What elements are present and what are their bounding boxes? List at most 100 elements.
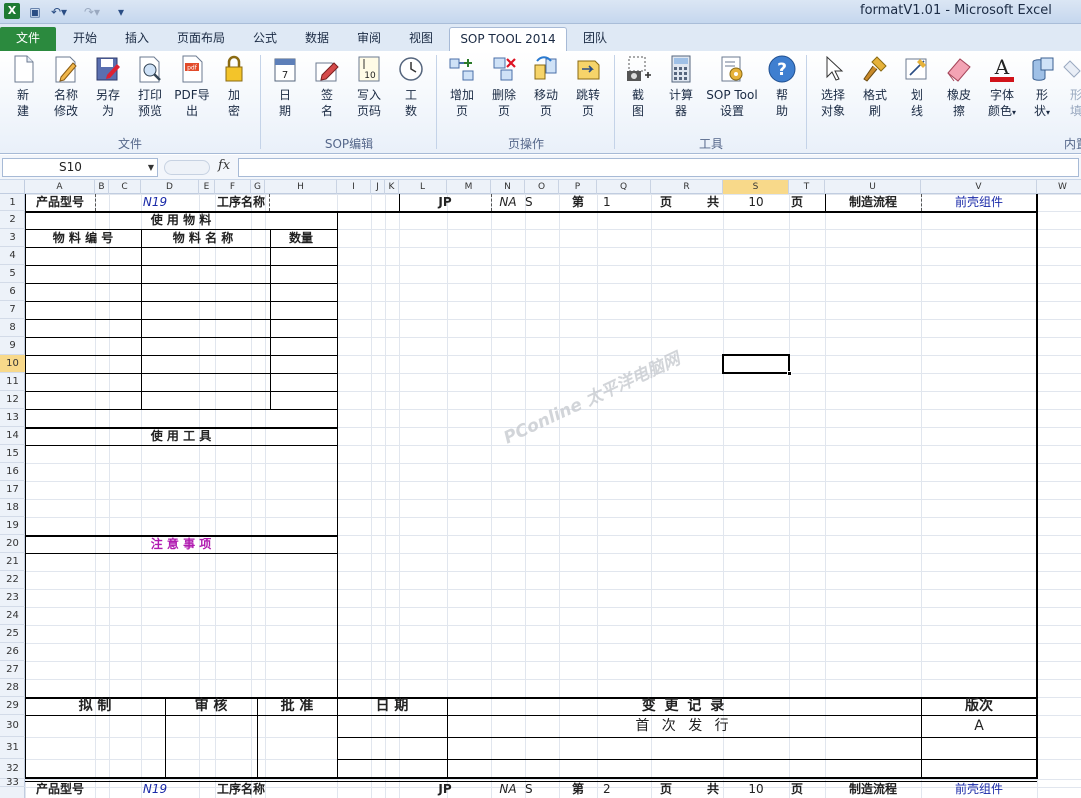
row-header[interactable]: 17 <box>0 481 25 499</box>
row-header[interactable]: 9 <box>0 337 25 355</box>
excel-icon[interactable]: X <box>4 3 20 19</box>
shapes-button[interactable]: 形状▾ <box>1026 53 1058 121</box>
save-icon[interactable]: ▣ <box>26 3 44 21</box>
tab-file[interactable]: 文件 <box>0 27 56 51</box>
row-header[interactable]: 29 <box>0 697 25 715</box>
sop-tool-settings-button[interactable]: SOP Tool 设置 <box>704 53 760 119</box>
row-header[interactable]: 3 <box>0 229 25 247</box>
name-box[interactable]: S10 ▼ <box>2 158 158 177</box>
column-header[interactable]: D <box>141 180 199 194</box>
column-header[interactable]: M <box>447 180 491 194</box>
tab-page-layout[interactable]: 页面布局 <box>166 27 236 51</box>
undo-icon[interactable]: ↶▾ <box>48 3 70 21</box>
column-header[interactable]: A <box>25 180 95 194</box>
row-header[interactable]: 21 <box>0 553 25 571</box>
row-header[interactable]: 1 <box>0 194 25 211</box>
column-header[interactable]: L <box>399 180 447 194</box>
next-product-model-label[interactable]: 产品型号 <box>25 781 95 797</box>
row-header[interactable]: 12 <box>0 391 25 409</box>
row-header[interactable]: 13 <box>0 409 25 427</box>
row-header[interactable]: 32 <box>0 759 25 779</box>
row-header[interactable]: 15 <box>0 445 25 463</box>
insert-function-button[interactable]: fx <box>218 158 230 173</box>
format-painter-button[interactable]: 格式刷 <box>856 53 894 119</box>
tab-data[interactable]: 数据 <box>294 27 340 51</box>
save-as-button[interactable]: 另存为 <box>90 53 126 119</box>
page-di[interactable]: 第 <box>559 194 597 211</box>
add-page-button[interactable]: 增加页 <box>444 53 480 119</box>
process-name-label[interactable]: 工序名称 <box>215 194 267 211</box>
next-flow-value[interactable]: 前壳组件 <box>921 781 1037 797</box>
date-label[interactable]: 日 期 <box>337 697 447 715</box>
row-header[interactable]: 22 <box>0 571 25 589</box>
column-header[interactable]: S <box>723 180 789 194</box>
column-header[interactable]: P <box>559 180 597 194</box>
row-header[interactable]: 2 <box>0 211 25 229</box>
screenshot-button[interactable]: 截图 <box>620 53 656 119</box>
selected-cell[interactable] <box>722 354 792 376</box>
product-model-value[interactable]: N19 <box>95 194 215 211</box>
materials-title[interactable]: 使 用 物 料 <box>25 211 337 229</box>
tab-home[interactable]: 开始 <box>62 27 108 51</box>
column-header[interactable]: K <box>385 180 399 194</box>
next-flow-label[interactable]: 制造流程 <box>825 781 921 797</box>
flow-label[interactable]: 制造流程 <box>825 194 921 211</box>
flow-value[interactable]: 前壳组件 <box>921 194 1037 211</box>
row-header[interactable]: 6 <box>0 283 25 301</box>
signature-button[interactable]: 签名 <box>310 53 344 119</box>
row-header[interactable]: 27 <box>0 661 25 679</box>
column-header[interactable]: I <box>337 180 371 194</box>
column-header[interactable]: C <box>109 180 141 194</box>
pdf-export-button[interactable]: pdf PDF导出 <box>172 53 212 119</box>
row-header[interactable]: 31 <box>0 737 25 759</box>
column-header[interactable]: J <box>371 180 385 194</box>
page-ye2[interactable]: 页 <box>789 194 825 211</box>
print-preview-button[interactable]: 打印 预览 <box>132 53 168 119</box>
row-header[interactable]: 5 <box>0 265 25 283</box>
next-product-model-value[interactable]: N19 <box>95 781 215 797</box>
row-header[interactable]: 4 <box>0 247 25 265</box>
tab-insert[interactable]: 插入 <box>114 27 160 51</box>
row-header[interactable]: 16 <box>0 463 25 481</box>
page-ye[interactable]: 页 <box>651 194 681 211</box>
font-color-button[interactable]: A 字体 颜色▾ <box>982 53 1022 121</box>
row-header[interactable]: 18 <box>0 499 25 517</box>
product-model-label[interactable]: 产品型号 <box>25 194 95 211</box>
date-button[interactable]: 7 日期 <box>268 53 302 119</box>
move-page-button[interactable]: 移动页 <box>528 53 564 119</box>
column-header[interactable]: T <box>789 180 825 194</box>
column-header[interactable]: O <box>525 180 559 194</box>
column-header[interactable]: Q <box>597 180 651 194</box>
eraser-button[interactable]: 橡皮擦 <box>940 53 978 119</box>
row-header[interactable]: 25 <box>0 625 25 643</box>
row-header[interactable]: 24 <box>0 607 25 625</box>
material-qty-header[interactable]: 数量 <box>265 229 337 247</box>
tab-sop-tool[interactable]: SOP TOOL 2014 <box>449 27 567 51</box>
draw-line-button[interactable]: 划线 <box>900 53 934 119</box>
column-header[interactable]: V <box>921 180 1037 194</box>
header-na[interactable]: NA <box>491 194 525 211</box>
next-page-ye2[interactable]: 页 <box>789 781 825 797</box>
row-header[interactable]: 10 <box>0 355 25 373</box>
column-header[interactable]: W <box>1037 180 1081 194</box>
calculator-button[interactable]: 计算器 <box>662 53 700 119</box>
next-page-di[interactable]: 第 <box>559 781 597 797</box>
material-name-header[interactable]: 物 料 名 称 <box>141 229 265 247</box>
next-jp[interactable]: JP <box>399 781 491 797</box>
header-s[interactable]: S <box>525 194 559 211</box>
review-label[interactable]: 审 核 <box>165 697 257 715</box>
page-total[interactable]: 10 <box>723 194 789 211</box>
page-gong[interactable]: 共 <box>691 194 723 211</box>
encrypt-button[interactable]: 加密 <box>218 53 250 119</box>
version-label[interactable]: 版次 <box>921 697 1037 715</box>
column-header[interactable]: H <box>265 180 337 194</box>
row-header[interactable]: 23 <box>0 589 25 607</box>
row-header[interactable]: 20 <box>0 535 25 553</box>
change-record-label[interactable]: 变 更 记 录 <box>447 697 921 715</box>
row-header[interactable]: 33 <box>0 778 25 788</box>
next-page-num[interactable]: 2 <box>597 781 651 797</box>
row-header[interactable]: 26 <box>0 643 25 661</box>
help-button[interactable]: ? 帮助 <box>764 53 800 119</box>
cell-grid[interactable]: 产品型号 N19 工序名称 JP NA S 第 1 页共 10 页制造流程 前壳组件使 用 物 料物 … <box>25 194 1081 798</box>
tools-title[interactable]: 使 用 工 具 <box>25 427 337 445</box>
